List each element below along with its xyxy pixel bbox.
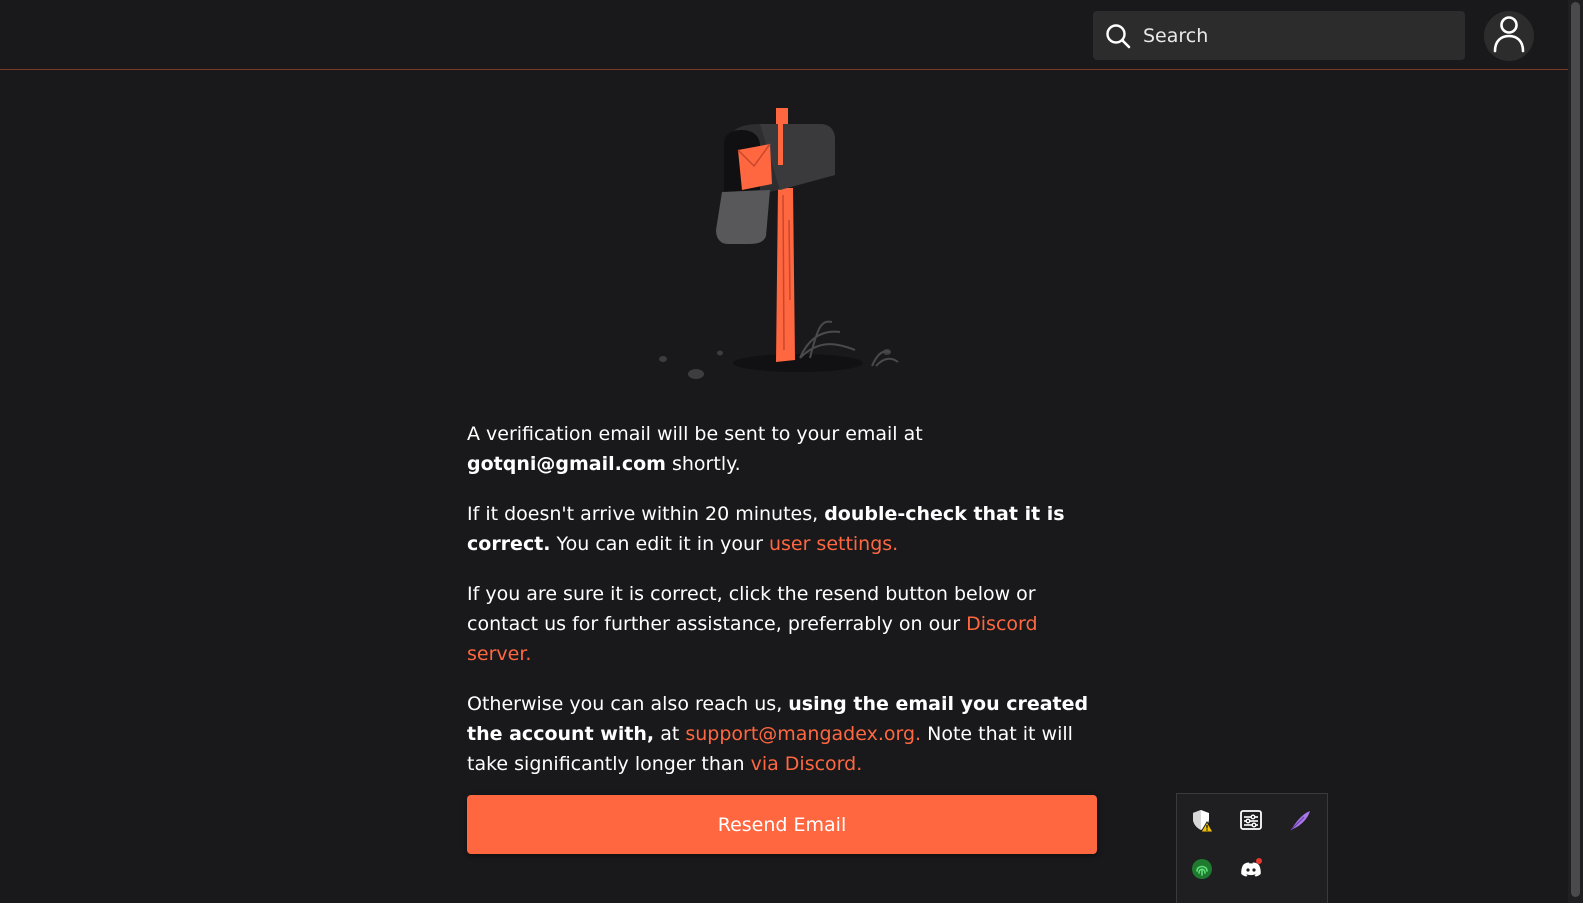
discord-icon[interactable]	[1237, 855, 1265, 883]
user-settings-link[interactable]: user settings.	[769, 533, 898, 555]
support-email-link[interactable]: support@mangadex.org.	[685, 723, 921, 745]
search-input[interactable]	[1141, 14, 1465, 57]
top-navbar	[0, 0, 1568, 70]
message-text: You can edit it in your	[550, 533, 769, 555]
search-icon[interactable]	[1104, 22, 1132, 50]
feather-icon[interactable]	[1286, 806, 1314, 834]
fingerprint-icon[interactable]	[1188, 855, 1216, 883]
page: A verification email will be sent to you…	[0, 0, 1583, 903]
settings-panel-icon[interactable]	[1237, 806, 1265, 834]
system-tray-popup	[1176, 793, 1328, 903]
verification-message: A verification email will be sent to you…	[467, 419, 1097, 799]
scrollbar[interactable]	[1568, 0, 1583, 903]
user-email: gotqni@gmail.com	[467, 453, 666, 475]
message-text: shortly.	[665, 453, 741, 475]
message-text: If you are sure it is correct, click the…	[467, 583, 1036, 635]
message-text: A verification email will be sent to you…	[467, 423, 923, 445]
search-bar[interactable]	[1093, 11, 1465, 60]
via-discord-link[interactable]: via Discord.	[751, 753, 863, 775]
message-paragraph-2: If it doesn't arrive within 20 minutes, …	[467, 499, 1097, 559]
message-text: at	[654, 723, 686, 745]
message-paragraph-4: Otherwise you can also reach us, using t…	[467, 689, 1097, 779]
mailbox-illustration	[650, 100, 910, 385]
message-paragraph-1: A verification email will be sent to you…	[467, 419, 1097, 479]
message-paragraph-3: If you are sure it is correct, click the…	[467, 579, 1097, 669]
user-avatar-button[interactable]	[1484, 11, 1534, 61]
resend-email-button[interactable]: Resend Email	[467, 795, 1097, 854]
scrollbar-thumb[interactable]	[1571, 2, 1580, 897]
message-text: If it doesn't arrive within 20 minutes,	[467, 503, 825, 525]
message-text: Otherwise you can also reach us,	[467, 693, 789, 715]
shield-warning-icon[interactable]	[1188, 806, 1216, 834]
user-icon	[1492, 15, 1526, 57]
